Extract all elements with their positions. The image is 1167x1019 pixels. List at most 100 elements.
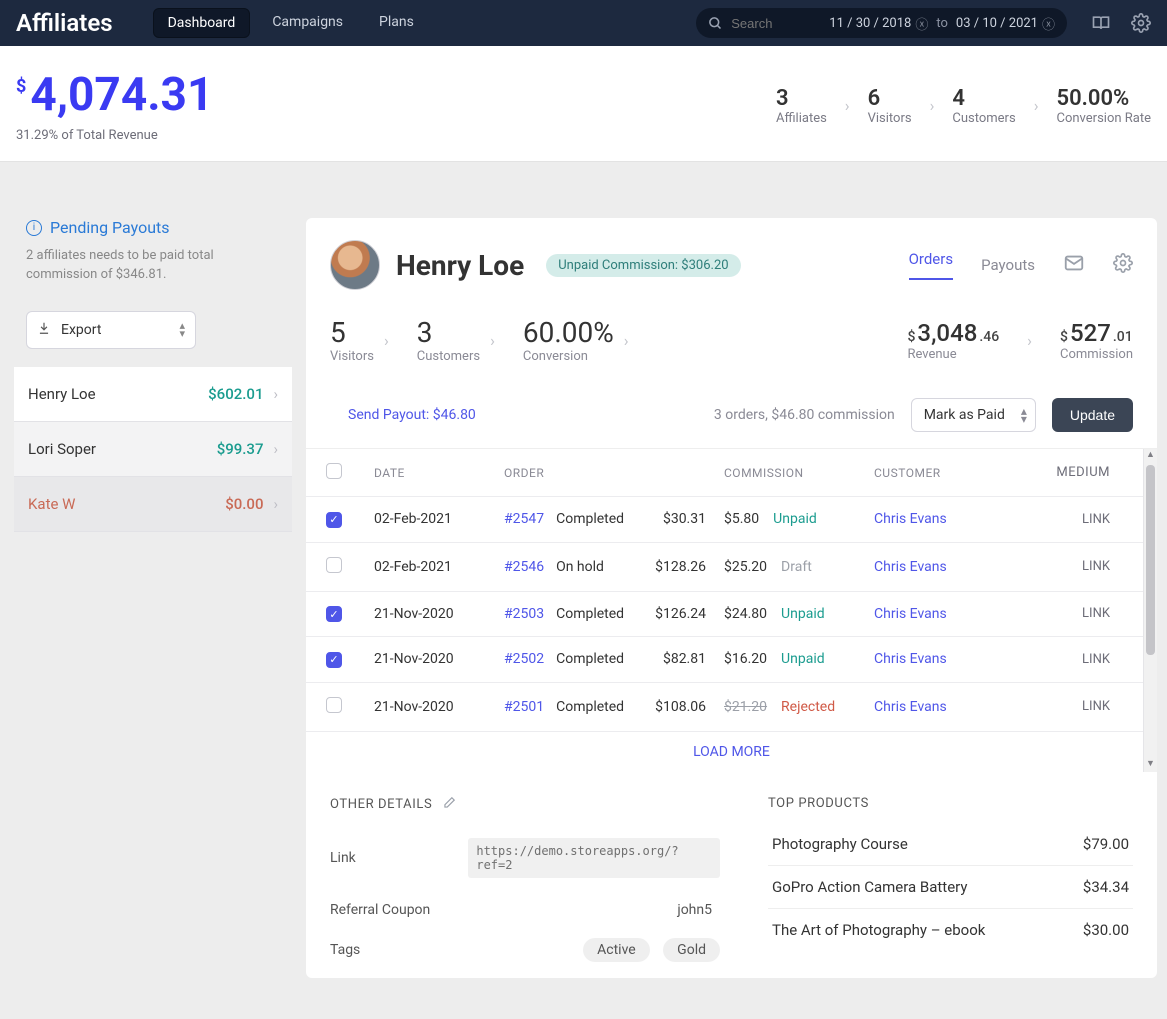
gear-icon[interactable] xyxy=(1113,253,1133,277)
book-icon[interactable] xyxy=(1091,13,1111,33)
cell-medium: LINK xyxy=(994,512,1114,527)
status-select[interactable]: Mark as Paid ▴▾ xyxy=(911,398,1036,432)
info-icon: i xyxy=(26,220,42,236)
customer-link[interactable]: Chris Evans xyxy=(874,699,994,715)
brand: Affiliates xyxy=(16,9,113,37)
affiliate-list: Henry Loe $602.01› Lori Soper $99.37› Ka… xyxy=(14,367,292,532)
scrollbar[interactable]: ▲ ▼ xyxy=(1143,449,1157,772)
affiliate-name: Henry Loe xyxy=(28,385,96,403)
referral-link[interactable]: https://demo.storeapps.org/?ref=2 xyxy=(468,838,720,878)
customer-link[interactable]: Chris Evans xyxy=(874,606,994,622)
scroll-up-icon[interactable]: ▲ xyxy=(1144,449,1157,463)
sidebar: i Pending Payouts 2 affiliates needs to … xyxy=(10,218,296,532)
table-row: ✓ 02-Feb-2021#2547Completed$30.31$5.80Unp… xyxy=(306,497,1157,543)
revenue-amount: 4,074.31 xyxy=(30,68,213,122)
currency-symbol: $ xyxy=(16,76,26,97)
affiliate-item[interactable]: Henry Loe $602.01› xyxy=(14,367,292,422)
customer-link[interactable]: Chris Evans xyxy=(874,651,994,667)
tag-chip[interactable]: Active xyxy=(583,938,650,962)
cell-order: #2546On hold$128.26 xyxy=(504,559,724,575)
customer-link[interactable]: Chris Evans xyxy=(874,559,994,575)
cell-medium: LINK xyxy=(994,606,1114,621)
orders-table: ▲ ▼ DATE ORDER COMMISSION CUSTOMER MEDIU… xyxy=(306,448,1157,772)
load-more-button[interactable]: LOAD MORE xyxy=(306,732,1157,772)
cell-commission: $25.20Draft xyxy=(724,559,874,575)
stat-visitors: 5Visitors xyxy=(330,316,374,364)
stat-conversion: 60.00%Conversion xyxy=(523,316,614,364)
product-row: GoPro Action Camera Battery$34.34 xyxy=(768,866,1133,909)
cell-date: 02-Feb-2021 xyxy=(374,559,504,575)
other-details-title: OTHER DETAILS xyxy=(330,796,720,814)
col-date: DATE xyxy=(374,466,504,480)
select-all-checkbox[interactable] xyxy=(326,463,342,479)
unpaid-commission-badge: Unpaid Commission: $306.20 xyxy=(546,254,740,277)
row-checkbox[interactable]: ✓ xyxy=(326,512,342,528)
edit-icon[interactable] xyxy=(442,796,456,814)
order-link[interactable]: #2503 xyxy=(504,606,544,622)
tag-chip[interactable]: Gold xyxy=(663,938,720,962)
total-revenue: $ 4,074.31 xyxy=(16,68,213,122)
affiliate-name: Lori Soper xyxy=(28,440,96,458)
date-from[interactable]: 11 / 30 / 2018 ⓧ xyxy=(829,14,928,33)
row-checkbox[interactable]: ✓ xyxy=(326,606,342,622)
tab-plans[interactable]: Plans xyxy=(365,8,428,38)
order-link[interactable]: #2546 xyxy=(504,559,544,575)
top-products-title: TOP PRODUCTS xyxy=(768,796,1133,811)
tab-dashboard[interactable]: Dashboard xyxy=(153,8,251,38)
cell-order: #2547Completed$30.31 xyxy=(504,511,724,527)
row-checkbox[interactable] xyxy=(326,697,342,713)
clear-date-from-icon[interactable]: ⓧ xyxy=(915,14,928,33)
affiliate-item[interactable]: Kate W $0.00› xyxy=(14,477,292,532)
cell-order: #2503Completed$126.24 xyxy=(504,606,724,622)
date-separator: to xyxy=(936,16,948,31)
row-checkbox[interactable] xyxy=(326,557,342,573)
avatar xyxy=(330,240,380,290)
affiliate-item[interactable]: Lori Soper $99.37› xyxy=(14,422,292,477)
scroll-down-icon[interactable]: ▼ xyxy=(1144,758,1157,772)
clear-date-to-icon[interactable]: ⓧ xyxy=(1042,14,1055,33)
funnel-conversion: 50.00%Conversion Rate xyxy=(1057,86,1152,126)
customer-link[interactable]: Chris Evans xyxy=(874,511,994,527)
product-row: Photography Course$79.00 xyxy=(768,823,1133,866)
funnel-visitors: 6Visitors xyxy=(868,86,912,126)
cell-commission: $16.20Unpaid xyxy=(724,651,874,667)
update-button[interactable]: Update xyxy=(1052,398,1133,432)
tab-orders[interactable]: Orders xyxy=(909,250,954,280)
orders-summary: 3 orders, $46.80 commission xyxy=(714,407,895,423)
scroll-thumb[interactable] xyxy=(1146,465,1155,655)
cell-commission: $5.80Unpaid xyxy=(724,511,874,527)
table-row: 02-Feb-2021#2546On hold$128.26$25.20Draf… xyxy=(306,543,1157,592)
top-icons xyxy=(1091,13,1151,33)
chevron-right-icon: › xyxy=(1034,96,1039,115)
tab-payouts[interactable]: Payouts xyxy=(981,256,1035,274)
cell-date: 21-Nov-2020 xyxy=(374,699,504,715)
order-link[interactable]: #2501 xyxy=(504,699,544,715)
detail-link: Link https://demo.storeapps.org/?ref=2 xyxy=(330,838,720,878)
tab-campaigns[interactable]: Campaigns xyxy=(258,8,357,38)
search-bar[interactable]: 11 / 30 / 2018 ⓧ to 03 / 10 / 2021 ⓧ xyxy=(696,8,1067,38)
pending-payouts-title: i Pending Payouts xyxy=(26,218,280,237)
date-to[interactable]: 03 / 10 / 2021 ⓧ xyxy=(956,14,1055,33)
affiliate-panel: Henry Loe Unpaid Commission: $306.20 Ord… xyxy=(306,218,1157,978)
mail-icon[interactable] xyxy=(1063,252,1085,278)
detail-coupon: Referral Coupon john5 xyxy=(330,902,720,918)
export-button[interactable]: Export ▴▾ xyxy=(26,311,196,349)
stat-revenue: $3,048.46 Revenue xyxy=(907,319,999,362)
cell-order: #2502Completed$82.81 xyxy=(504,651,724,667)
row-checkbox[interactable]: ✓ xyxy=(326,652,342,668)
order-link[interactable]: #2502 xyxy=(504,651,544,667)
affiliate-name: Kate W xyxy=(28,495,75,513)
col-medium: MEDIUM xyxy=(994,465,1114,480)
cell-date: 02-Feb-2021 xyxy=(374,511,504,527)
table-row: ✓21-Nov-2020#2503Completed$126.24$24.80U… xyxy=(306,592,1157,638)
funnel-customers: 4Customers xyxy=(952,86,1015,126)
payout-actions: Send Payout: $46.80 3 orders, $46.80 com… xyxy=(306,388,1157,448)
send-payout-link[interactable]: Send Payout: $46.80 xyxy=(348,407,476,423)
order-link[interactable]: #2547 xyxy=(504,511,544,527)
gear-icon[interactable] xyxy=(1131,13,1151,33)
cell-medium: LINK xyxy=(994,559,1114,574)
search-input[interactable] xyxy=(731,16,821,31)
cell-commission: $24.80Unpaid xyxy=(724,606,874,622)
revenue-block: $ 4,074.31 31.29% of Total Revenue xyxy=(16,68,213,143)
table-row: ✓21-Nov-2020#2502Completed$82.81$16.20Un… xyxy=(306,637,1157,683)
